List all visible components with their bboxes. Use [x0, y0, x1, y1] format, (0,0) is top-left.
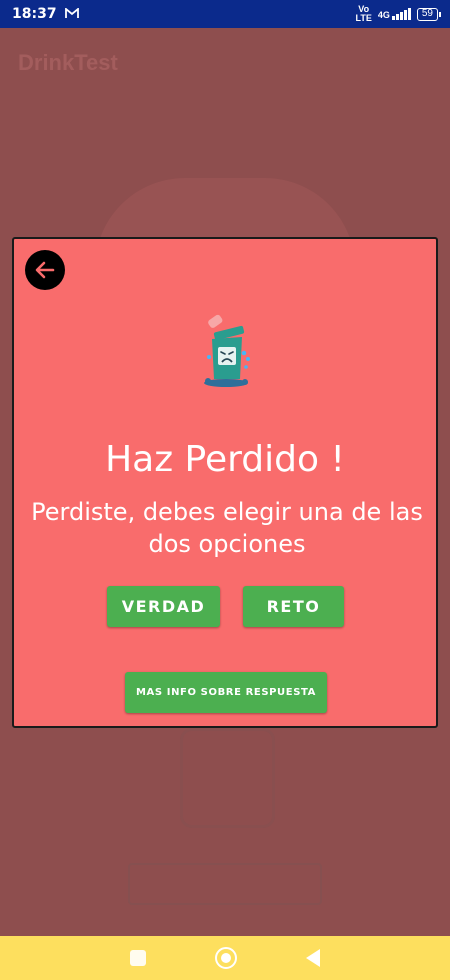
more-info-button[interactable]: MAS INFO SOBRE RESPUESTA [125, 672, 327, 713]
navigation-bar [0, 936, 450, 980]
back-button[interactable] [25, 250, 65, 290]
volte-indicator: Vo LTE [355, 4, 372, 23]
lost-dialog: Haz Perdido ! Perdiste, debes elegir una… [12, 237, 438, 728]
dialog-title: Haz Perdido ! [105, 439, 345, 480]
arrow-left-icon [35, 261, 55, 279]
back-nav-button[interactable] [306, 949, 321, 967]
network-type-label: 4G [377, 10, 390, 20]
battery-level: 59 [421, 7, 433, 19]
signal-icon: 4G [378, 8, 411, 20]
gmail-notification-icon [64, 6, 79, 22]
home-button[interactable] [214, 947, 237, 969]
dialog-message: Perdiste, debes elegir una de las dos op… [31, 498, 423, 558]
app-title: DrinkTest [18, 50, 118, 75]
status-time: 18:37 [12, 6, 57, 22]
dare-button[interactable]: RETO [243, 586, 344, 627]
status-bar: 18:37 Vo LTE 4G 59 [0, 0, 450, 28]
recents-button[interactable] [129, 950, 146, 966]
status-indicators: Vo LTE 4G 59 [355, 4, 442, 23]
battery-icon: 59 [416, 7, 442, 21]
background-button [128, 863, 322, 905]
truth-button[interactable]: VERDAD [107, 586, 220, 627]
background-illustration [180, 728, 275, 828]
crying-trash-can-icon [204, 314, 250, 387]
